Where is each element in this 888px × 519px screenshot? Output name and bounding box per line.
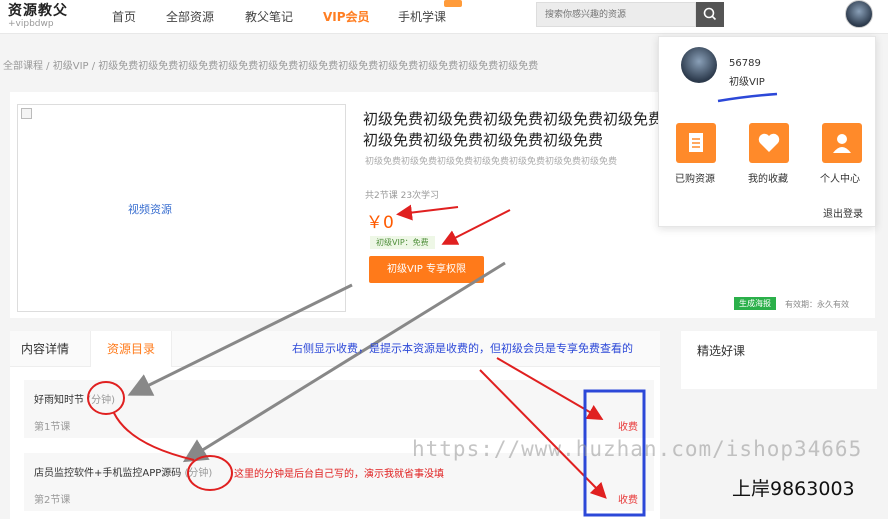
favorites-label: 我的收藏 (748, 174, 788, 185)
course-subtitle: 初级免费初级免费初级免费初级免费初级免费初级免费初级免费 (365, 157, 618, 167)
search-icon (703, 7, 717, 21)
personal-center-button[interactable] (822, 123, 862, 163)
course-price: ￥0 (366, 213, 394, 233)
favorites-button[interactable] (749, 123, 789, 163)
video-player[interactable]: 视频资源 (17, 104, 346, 312)
lesson-title: 店员监控软件+手机监控APP源码 (34, 468, 182, 479)
valid-period: 有效期：永久有效 (785, 300, 849, 309)
document-icon (689, 133, 703, 152)
nav-notes[interactable]: 教父笔记 (245, 8, 293, 25)
nav-vip[interactable]: VIP会员 (323, 8, 370, 25)
popup-username: 56789 (729, 58, 761, 69)
lesson-title-line: 好雨知时节 (分钟) (34, 391, 115, 406)
lesson-fee: 收费 (618, 495, 638, 506)
broken-image-icon (21, 108, 32, 119)
nav-all-resources[interactable]: 全部资源 (166, 8, 214, 25)
lesson-row[interactable]: 好雨知时节 (分钟) 第1节课 收费 (24, 380, 654, 438)
nav-mobile-learning[interactable]: 手机学课 (398, 8, 446, 25)
generate-poster-button[interactable]: 生成海报 (734, 297, 776, 310)
popup-level: 初级VIP (729, 77, 765, 88)
breadcrumb: 全部课程 / 初级VIP / 初级免费初级免费初级免费初级免费初级免费初级免费初… (3, 61, 539, 72)
tab-resource-catalog[interactable]: 资源目录 (90, 331, 172, 367)
purchased-resources-button[interactable] (676, 123, 716, 163)
lesson-minutes: (分钟) (184, 468, 213, 479)
lesson-title-line: 店员监控软件+手机监控APP源码 (分钟) (34, 464, 212, 479)
search-button[interactable] (696, 2, 724, 27)
lesson-title: 好雨知时节 (34, 395, 84, 406)
recommend-title: 精选好课 (697, 344, 746, 358)
logo-text: 资源教父 (8, 3, 68, 19)
course-meta: 共2节课 23次学习 (365, 191, 440, 201)
search-input[interactable] (536, 2, 696, 27)
vip-free-tag: 初级VIP：免费 (370, 236, 435, 249)
recommend-panel: 精选好课 (681, 331, 877, 389)
blue-annotation-note: 右侧显示收费，是提示本资源是收费的，但初级会员是专享免费查看的 (292, 342, 633, 355)
site-logo[interactable]: 资源教父 +vipbdwp (8, 3, 68, 29)
lesson-number: 第2节课 (34, 495, 71, 506)
logout-link[interactable]: 退出登录 (823, 205, 863, 220)
lesson-minutes: (分钟) (87, 395, 115, 406)
hot-badge (444, 0, 462, 7)
top-nav-bar: 资源教父 +vipbdwp 首页 全部资源 教父笔记 VIP会员 手机学课 (0, 0, 888, 34)
popup-avatar (681, 47, 717, 83)
video-label: 视频资源 (128, 203, 172, 216)
watermark-url: https://www.huzhan.com/ishop34665 (412, 437, 863, 461)
lesson-number: 第1节课 (34, 422, 71, 433)
heart-icon (758, 133, 780, 152)
course-title: 初级免费初级免费初级免费初级免费初级免费初级免费初级免费初级免费初级免费 (363, 110, 663, 149)
vip-access-button[interactable]: 初级VIP 专享权限 (369, 256, 484, 283)
user-icon (833, 134, 851, 153)
user-avatar[interactable] (845, 0, 873, 28)
tabs-panel: 内容详情 资源目录 好雨知时节 (分钟) 第1节课 收费 店员监控软件+手机监控… (10, 331, 660, 519)
watermark-contact: 上岸9863003 (732, 478, 855, 500)
tab-content-details[interactable]: 内容详情 (10, 331, 80, 367)
user-dropdown: 56789 初级VIP 已购资源 我的收藏 个人中心 退出登录 (658, 36, 876, 227)
lesson-row[interactable]: 店员监控软件+手机监控APP源码 (分钟) 第2节课 收费 (24, 453, 654, 511)
lesson-fee: 收费 (618, 422, 638, 433)
purchased-resources-label: 已购资源 (675, 174, 715, 185)
logo-subtext: +vipbdwp (8, 19, 54, 29)
nav-home[interactable]: 首页 (112, 8, 136, 25)
red-annotation-note: 这里的分钟是后台自己写的，演示我就省事没填 (234, 469, 444, 480)
personal-center-label: 个人中心 (820, 174, 860, 185)
